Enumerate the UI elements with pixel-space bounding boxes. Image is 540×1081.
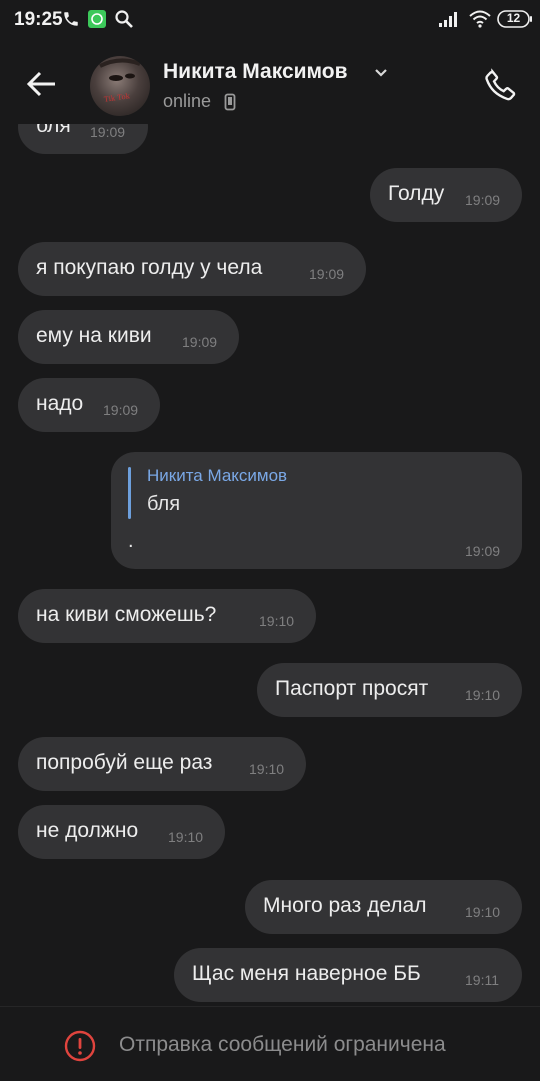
message-bubble-outgoing[interactable]: Паспорт просят 19:10 (257, 663, 522, 717)
message-time: 19:09 (465, 543, 501, 559)
message-time: 19:09 (182, 334, 218, 350)
message-bubble-incoming[interactable]: на киви сможешь? 19:10 (18, 589, 316, 643)
whatsapp-icon (88, 10, 106, 33)
battery-level: 12 (506, 11, 521, 25)
message-time: 19:09 (90, 124, 126, 140)
mobile-phone-icon (224, 93, 236, 116)
back-arrow-icon[interactable] (24, 66, 60, 102)
message-time: 19:10 (168, 829, 204, 845)
message-text: Щас меня наверное ББ (192, 962, 421, 985)
message-text: ему на киви (36, 324, 152, 347)
message-bubble-incoming[interactable]: не должно 19:10 (18, 805, 225, 859)
message-bubble-incoming[interactable]: надо 19:09 (18, 378, 160, 432)
message-bubble-outgoing[interactable]: Щас меня наверное ББ 19:11 (174, 948, 522, 1002)
chat-header: Tik Tok Никита Максимов online (0, 40, 540, 124)
message-text: Много раз делал (263, 894, 427, 917)
contact-name[interactable]: Никита Максимов (163, 60, 348, 84)
quoted-author[interactable]: Никита Максимов (147, 466, 287, 486)
call-icon[interactable] (482, 66, 520, 104)
message-time: 19:10 (465, 687, 501, 703)
restriction-footer: Отправка сообщений ограничена (0, 1006, 540, 1081)
message-text: не должно (36, 819, 139, 842)
quote-bar (128, 467, 131, 519)
message-bubble-incoming[interactable]: я покупаю голду у чела 19:09 (18, 242, 366, 296)
message-bubble-incoming[interactable]: попробуй еще раз 19:10 (18, 737, 306, 791)
search-icon (114, 9, 134, 34)
message-time: 19:10 (465, 904, 501, 920)
message-bubble-incoming[interactable]: бля 19:09 (18, 124, 148, 154)
wifi-icon (468, 10, 492, 33)
message-text: на киви сможешь? (36, 603, 217, 626)
quoted-text: бля (147, 493, 181, 515)
message-time: 19:09 (103, 402, 139, 418)
message-text: Голду (388, 182, 445, 205)
message-time: 19:11 (465, 972, 499, 988)
avatar[interactable]: Tik Tok (90, 56, 150, 116)
signal-icon (438, 10, 460, 33)
message-time: 19:10 (249, 761, 285, 777)
message-text: Паспорт просят (275, 677, 429, 700)
message-text: надо (36, 392, 84, 415)
status-time: 19:25 (14, 9, 63, 30)
contact-status: online (163, 91, 212, 111)
battery-icon: 12 (497, 10, 533, 33)
message-time: 19:09 (309, 266, 345, 282)
restriction-message: Отправка сообщений ограничена (119, 1033, 446, 1056)
message-text: . (128, 530, 134, 552)
phone-icon (62, 9, 80, 34)
message-bubble-incoming[interactable]: ему на киви 19:09 (18, 310, 239, 364)
message-bubble-outgoing[interactable]: Голду 19:09 (370, 168, 522, 222)
message-time: 19:09 (465, 192, 501, 208)
message-text: я покупаю голду у чела (36, 256, 263, 279)
message-bubble-outgoing[interactable]: Много раз делал 19:10 (245, 880, 522, 934)
message-text: бля (36, 124, 71, 137)
message-feed[interactable]: бля 19:09 Голду 19:09 я покупаю голду у … (0, 124, 540, 1006)
status-bar: 19:25 12 (0, 0, 540, 40)
message-bubble-reply[interactable]: Никита Максимов бля . 19:09 (111, 452, 522, 569)
message-text: попробуй еще раз (36, 751, 213, 774)
warning-icon (64, 1030, 96, 1067)
message-time: 19:10 (259, 613, 295, 629)
chevron-down-icon[interactable] (373, 64, 389, 85)
